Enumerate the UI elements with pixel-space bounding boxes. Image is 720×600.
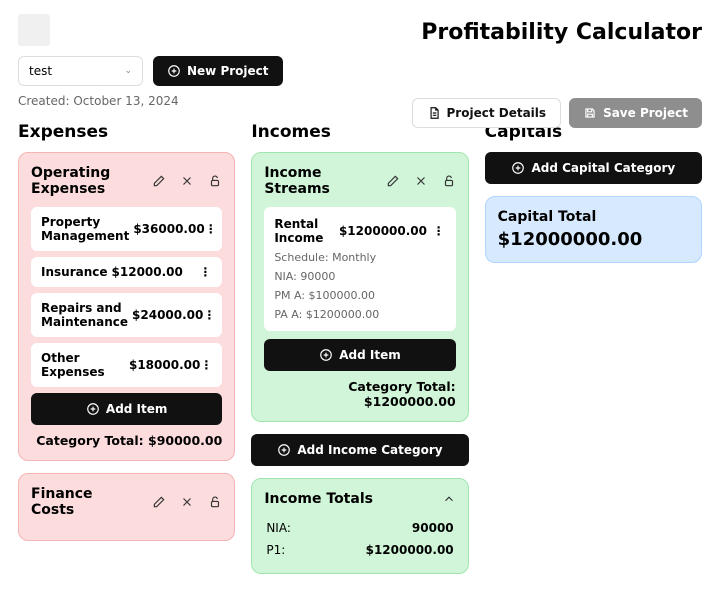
add-capital-category-button[interactable]: Add Capital Category [485, 152, 702, 184]
more-icon[interactable]: ⋮ [198, 265, 212, 279]
new-project-label: New Project [187, 64, 269, 78]
add-item-button[interactable]: Add Item [31, 393, 222, 425]
close-icon[interactable] [414, 174, 428, 188]
close-icon[interactable] [180, 495, 194, 509]
edit-icon[interactable] [152, 495, 166, 509]
capital-total-title: Capital Total [498, 209, 689, 225]
plus-circle-icon [277, 443, 291, 457]
save-project-button[interactable]: Save Project [569, 98, 702, 128]
expense-row: Other Expenses$18000.00⋮ [31, 343, 222, 387]
category-title: Finance Costs [31, 486, 131, 518]
unlock-icon[interactable] [208, 174, 222, 188]
plus-circle-icon [511, 161, 525, 175]
category-title: Operating Expenses [31, 165, 131, 197]
plus-circle-icon [319, 348, 333, 362]
plus-circle-icon [86, 402, 100, 416]
add-item-button[interactable]: Add Item [264, 339, 455, 371]
capital-total-value: $12000000.00 [498, 229, 689, 250]
expense-row: Repairs and Maintenance$24000.00⋮ [31, 293, 222, 337]
expense-category-card: Operating Expenses Property Management$3… [18, 152, 235, 461]
edit-icon[interactable] [152, 174, 166, 188]
edit-icon[interactable] [386, 174, 400, 188]
expenses-heading: Expenses [18, 122, 235, 142]
income-totals-card: Income Totals NIA:90000 P1:$1200000.00 [251, 478, 468, 574]
page-title: Profitability Calculator [421, 20, 702, 45]
income-item: Rental Income$1200000.00⋮ Schedule: Mont… [264, 207, 455, 331]
more-icon[interactable]: ⋮ [203, 308, 215, 322]
category-total: Category Total: $1200000.00 [264, 379, 455, 409]
project-select-value: test [29, 64, 52, 78]
category-title: Income Streams [264, 165, 364, 197]
capital-total-card: Capital Total $12000000.00 [485, 196, 702, 263]
expense-row: Property Management$36000.00⋮ [31, 207, 222, 251]
save-project-label: Save Project [603, 106, 688, 120]
category-total: Category Total: $90000.00 [31, 433, 222, 448]
new-project-button[interactable]: New Project [153, 56, 283, 86]
expense-row: Insurance$12000.00⋮ [31, 257, 222, 287]
more-icon[interactable]: ⋮ [432, 224, 446, 238]
project-select[interactable]: test ⌄ [18, 56, 143, 86]
document-icon [427, 106, 441, 120]
close-icon[interactable] [180, 174, 194, 188]
plus-circle-icon [167, 64, 181, 78]
save-icon [583, 106, 597, 120]
income-totals-title: Income Totals [264, 491, 373, 507]
logo-placeholder [18, 14, 50, 46]
expense-category-card: Finance Costs [18, 473, 235, 541]
more-icon[interactable]: ⋮ [205, 222, 217, 236]
add-income-category-button[interactable]: Add Income Category [251, 434, 468, 466]
project-details-button[interactable]: Project Details [412, 98, 562, 128]
chevron-down-icon: ⌄ [124, 66, 132, 76]
more-icon[interactable]: ⋮ [200, 358, 212, 372]
chevron-up-icon[interactable] [442, 492, 456, 506]
unlock-icon[interactable] [442, 174, 456, 188]
income-category-card: Income Streams Rental Income$1200000.00⋮… [251, 152, 468, 422]
project-details-label: Project Details [447, 106, 547, 120]
unlock-icon[interactable] [208, 495, 222, 509]
